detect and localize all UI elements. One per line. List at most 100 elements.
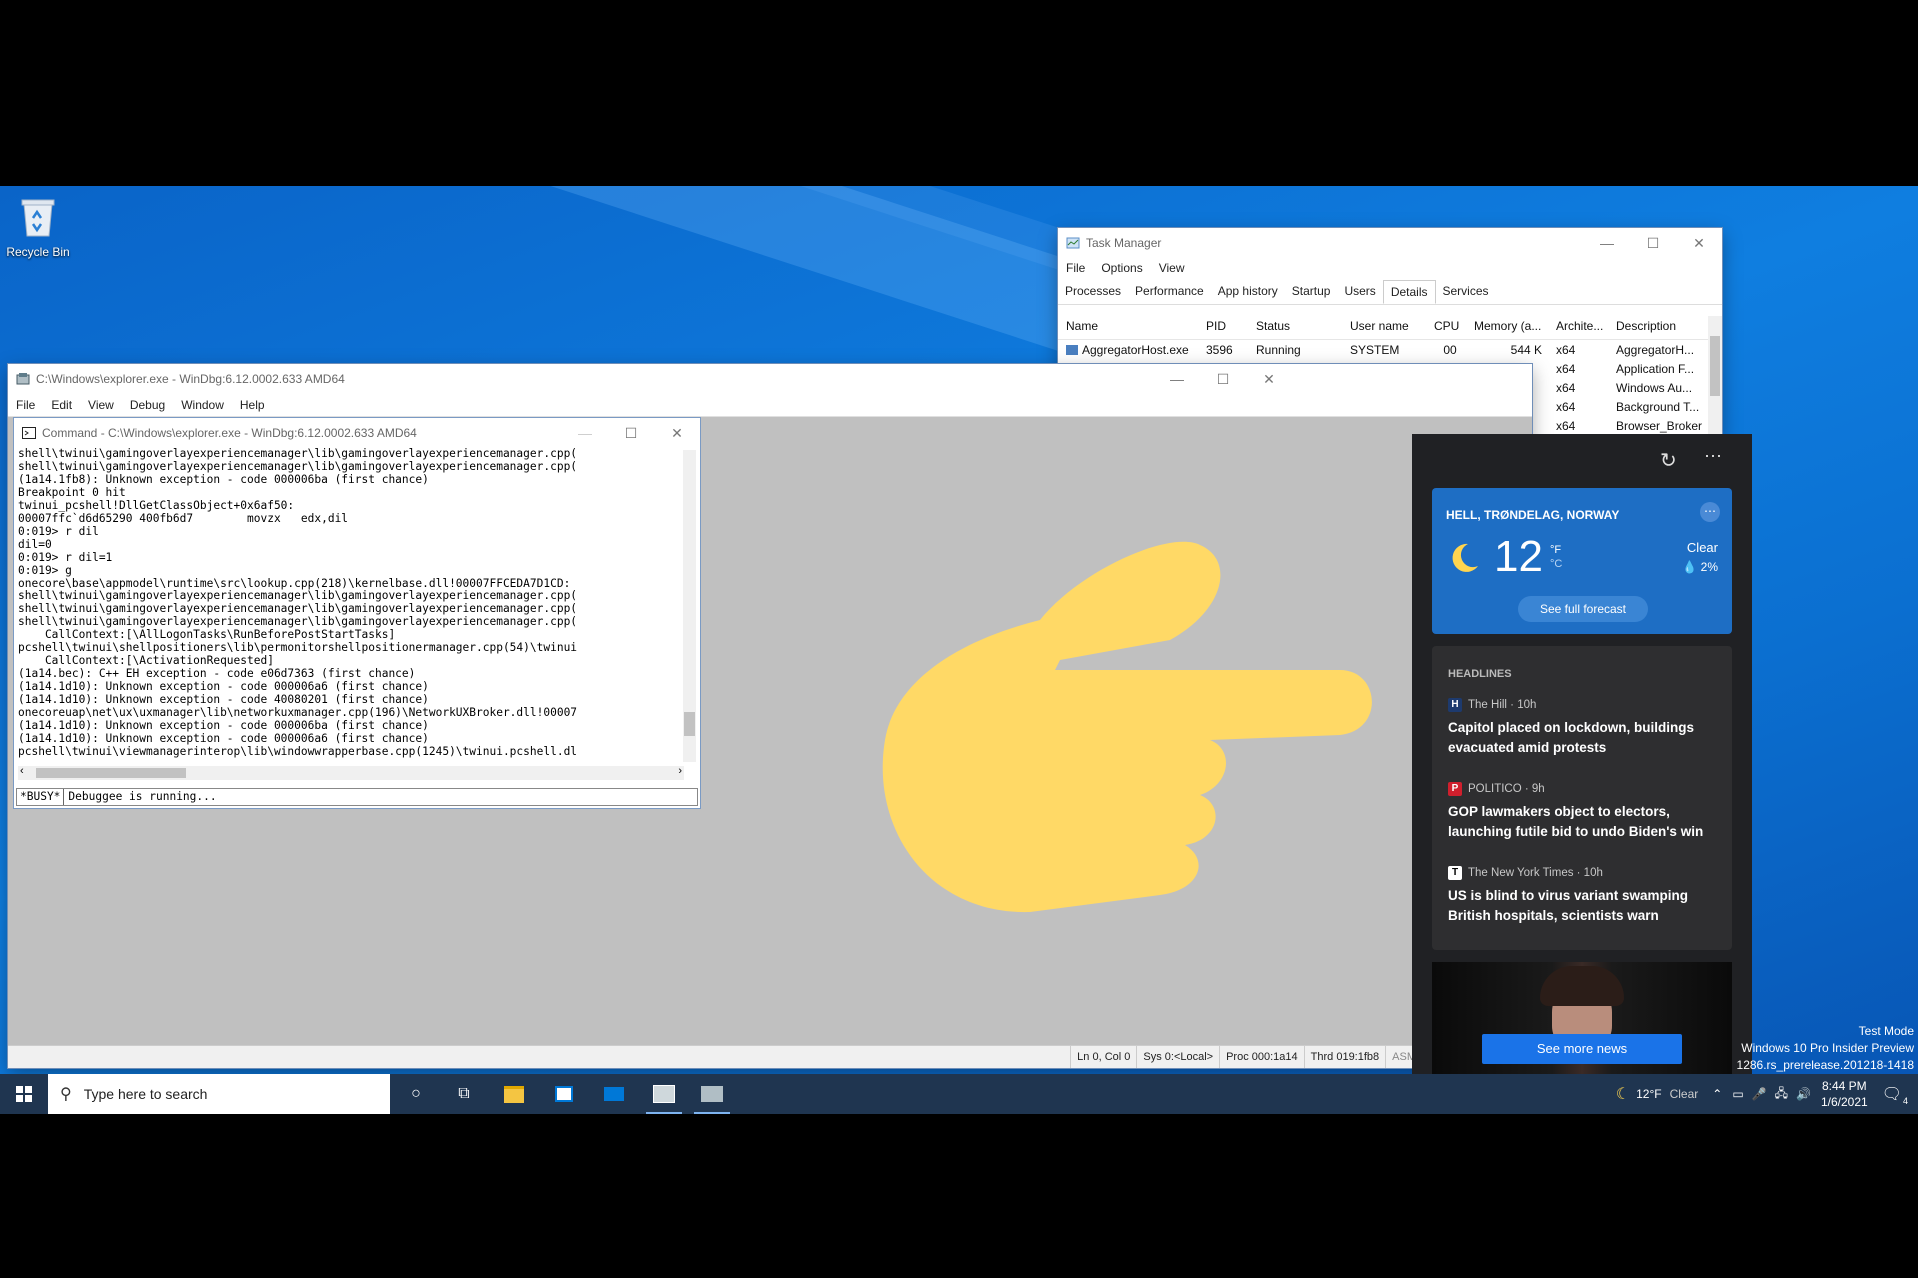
refresh-icon[interactable]: ↻ <box>1660 448 1677 473</box>
headline-item[interactable]: P POLITICO · 9h GOP lawmakers object to e… <box>1448 782 1718 842</box>
headlines-card: HEADLINES H The Hill · 10h Capitol placed… <box>1432 646 1732 950</box>
menu-edit[interactable]: Edit <box>43 398 80 412</box>
watermark-line: Test Mode <box>1858 1024 1914 1038</box>
volume-icon[interactable]: 🔊 <box>1796 1087 1811 1101</box>
command-taskbar-icon[interactable] <box>640 1074 688 1114</box>
nyt-logo-icon: T <box>1448 866 1462 880</box>
microphone-icon[interactable]: 🎤 <box>1752 1087 1767 1101</box>
tray-weather-condition[interactable]: Clear <box>1670 1087 1699 1101</box>
task-manager-icon <box>1066 237 1080 249</box>
column-header-pid[interactable]: PID <box>1198 319 1248 333</box>
command-output[interactable]: shell\twinui\gamingoverlayexperiencemana… <box>18 448 684 766</box>
column-header-cpu[interactable]: CPU <box>1426 319 1466 333</box>
command-window[interactable]: Command - C:\Windows\explorer.exe - WinD… <box>14 418 700 808</box>
menu-file[interactable]: File <box>8 398 43 412</box>
cortana-icon[interactable]: ○ <box>392 1074 440 1114</box>
windbg-status-bar: Ln 0, Col 0 Sys 0:<Local> Proc 000:1a14 … <box>8 1045 1422 1068</box>
headline-item[interactable]: T The New York Times · 10h US is blind to… <box>1448 866 1718 926</box>
vertical-scrollbar[interactable] <box>1708 316 1722 438</box>
see-more-news-button[interactable]: See more news <box>1482 1034 1682 1064</box>
weather-location: HELL, TRØNDELAG, NORWAY <box>1446 508 1620 522</box>
crescent-moon-icon[interactable]: ☾ <box>1616 1084 1630 1104</box>
file-explorer-icon[interactable] <box>490 1074 538 1114</box>
tab-startup[interactable]: Startup <box>1285 280 1338 304</box>
process-status: Running <box>1256 342 1301 357</box>
more-options-icon[interactable]: ⋯ <box>1704 446 1722 467</box>
column-header-status[interactable]: Status <box>1248 319 1342 333</box>
output-line: 0:019> g <box>18 563 72 577</box>
precipitation-value: 2% <box>1700 560 1718 574</box>
unit-celsius[interactable]: °C <box>1550 558 1562 570</box>
output-line: shell\twinui\gamingoverlayexperiencemana… <box>18 448 578 460</box>
menu-file[interactable]: File <box>1058 261 1093 275</box>
mail-icon[interactable] <box>590 1074 638 1114</box>
weather-card-menu-icon[interactable]: ⋯ <box>1700 502 1720 522</box>
scroll-left-icon[interactable]: ‹ <box>20 765 24 777</box>
tab-performance[interactable]: Performance <box>1128 280 1211 304</box>
tab-services[interactable]: Services <box>1436 280 1496 304</box>
unit-fahrenheit[interactable]: °F <box>1550 544 1561 556</box>
menu-options[interactable]: Options <box>1093 261 1150 275</box>
command-titlebar[interactable]: Command - C:\Windows\explorer.exe - WinD… <box>14 418 700 448</box>
notifications-icon[interactable]: 🗨 4 <box>1882 1084 1908 1106</box>
process-description: Windows Au... <box>1616 380 1693 395</box>
column-header-name[interactable]: Name <box>1058 319 1198 333</box>
column-header-memory[interactable]: Memory (a... <box>1466 319 1548 333</box>
scroll-right-icon[interactable]: › <box>678 765 682 777</box>
headlines-label: HEADLINES <box>1448 668 1512 680</box>
menu-view[interactable]: View <box>1151 261 1193 275</box>
maximize-button[interactable]: ☐ <box>608 425 654 442</box>
output-line: 0:019> r dil=1 <box>18 550 113 564</box>
task-manager-titlebar[interactable]: Task Manager — ☐ ✕ <box>1058 228 1722 258</box>
menu-help[interactable]: Help <box>232 398 273 412</box>
maximize-button[interactable]: ☐ <box>1200 371 1246 388</box>
command-title: Command - C:\Windows\explorer.exe - WinD… <box>42 426 417 440</box>
command-input[interactable]: *BUSY* Debuggee is running... <box>16 788 698 806</box>
taskbar-search-box[interactable]: ⚲ Type here to search <box>48 1074 390 1114</box>
headline-item[interactable]: H The Hill · 10h Capitol placed on lockdo… <box>1448 698 1718 758</box>
table-row[interactable]: AggregatorHost.exe 3596 Running SYSTEM 0… <box>1058 340 1722 359</box>
status-system: Sys 0:<Local> <box>1136 1046 1219 1068</box>
minimize-button[interactable]: — <box>1154 371 1200 388</box>
minimize-button[interactable]: — <box>562 425 608 442</box>
output-line: pcshell\twinui\viewmanagerinterop\lib\wi… <box>18 744 578 758</box>
menu-window[interactable]: Window <box>173 398 232 412</box>
vertical-scrollbar[interactable] <box>683 450 696 762</box>
weather-card[interactable]: HELL, TRØNDELAG, NORWAY ⋯ 12 °F °C Clear… <box>1432 488 1732 634</box>
raindrop-icon: 💧 <box>1682 560 1698 574</box>
clock[interactable]: 8:44 PM 1/6/2021 <box>1821 1078 1868 1110</box>
device-icon[interactable]: ▭ <box>1732 1087 1743 1101</box>
start-button[interactable] <box>0 1074 48 1114</box>
tab-users[interactable]: Users <box>1337 280 1382 304</box>
process-cpu: 00 <box>1443 342 1457 357</box>
menu-debug[interactable]: Debug <box>122 398 173 412</box>
column-header-arch[interactable]: Archite... <box>1548 319 1608 333</box>
recycle-bin[interactable]: Recycle Bin <box>6 196 70 259</box>
maximize-button[interactable]: ☐ <box>1630 235 1676 252</box>
horizontal-scrollbar[interactable]: ‹ › <box>18 765 684 780</box>
see-full-forecast-button[interactable]: See full forecast <box>1518 596 1648 622</box>
tab-details[interactable]: Details <box>1382 280 1436 304</box>
close-button[interactable]: ✕ <box>1676 235 1722 252</box>
column-header-description[interactable]: Description <box>1608 319 1704 333</box>
windbg-taskbar-icon[interactable] <box>688 1074 736 1114</box>
table-header: Name PID Status User name CPU Memory (a.… <box>1058 313 1722 340</box>
close-button[interactable]: ✕ <box>1246 371 1292 388</box>
network-icon[interactable]: 🖧 <box>1775 1084 1788 1105</box>
output-line: Breakpoint 0 hit <box>18 485 126 499</box>
tab-app-history[interactable]: App history <box>1211 280 1285 304</box>
clock-date: 1/6/2021 <box>1820 1095 1868 1109</box>
process-arch: x64 <box>1556 361 1576 376</box>
chevron-up-icon[interactable]: ⌃ <box>1712 1087 1722 1101</box>
precipitation: 💧 2% <box>1682 560 1718 574</box>
minimize-button[interactable]: — <box>1584 235 1630 252</box>
tab-processes[interactable]: Processes <box>1058 280 1128 304</box>
task-view-icon[interactable]: ⧉ <box>440 1074 488 1114</box>
menu-view[interactable]: View <box>80 398 122 412</box>
microsoft-store-icon[interactable] <box>540 1074 588 1114</box>
windbg-titlebar[interactable]: C:\Windows\explorer.exe - WinDbg:6.12.00… <box>8 364 1532 394</box>
tray-weather-temp[interactable]: 12°F <box>1636 1087 1661 1101</box>
column-header-user[interactable]: User name <box>1342 319 1426 333</box>
close-button[interactable]: ✕ <box>654 425 700 442</box>
process-description: AggregatorH... <box>1616 342 1695 357</box>
